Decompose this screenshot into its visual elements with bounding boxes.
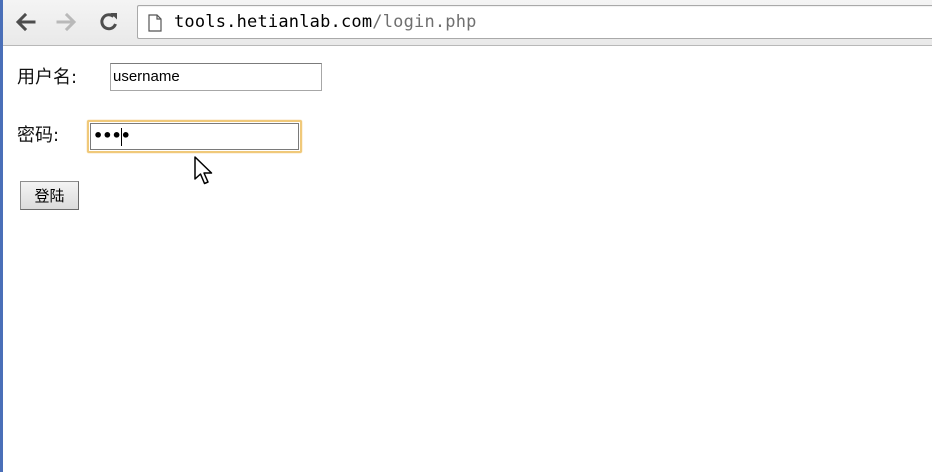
- password-input-inner: ••••: [90, 123, 299, 150]
- page-content: 用户名: username 密码: •••• 登陆: [6, 46, 932, 472]
- browser-window: tools.hetianlab.com/login.php 用户名: usern…: [0, 0, 932, 472]
- username-value: username: [113, 68, 180, 85]
- page-icon: [148, 14, 162, 32]
- username-input[interactable]: username: [110, 63, 322, 91]
- text-caret: [121, 128, 122, 146]
- forward-button[interactable]: [53, 8, 81, 36]
- username-label: 用户名:: [17, 67, 78, 88]
- reload-button[interactable]: [95, 8, 123, 36]
- back-arrow-icon: [15, 12, 36, 32]
- url-path: /login.php: [372, 12, 477, 32]
- login-button[interactable]: 登陆: [20, 181, 79, 210]
- password-input[interactable]: ••••: [87, 120, 302, 153]
- url-host: tools.hetianlab.com: [174, 12, 373, 32]
- back-button[interactable]: [11, 8, 39, 36]
- password-label: 密码:: [17, 125, 60, 146]
- password-mask: ••••: [93, 126, 131, 145]
- address-bar[interactable]: tools.hetianlab.com/login.php: [137, 5, 932, 39]
- url-text: tools.hetianlab.com/login.php: [174, 12, 477, 32]
- browser-toolbar: tools.hetianlab.com/login.php: [3, 0, 932, 46]
- reload-icon: [100, 13, 117, 31]
- forward-arrow-icon: [56, 12, 77, 32]
